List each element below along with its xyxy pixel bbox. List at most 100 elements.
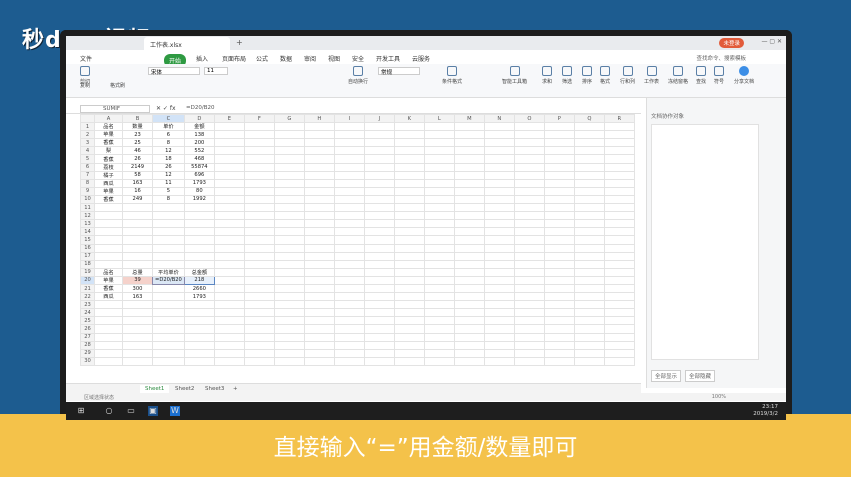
cell[interactable]: 荔枝	[94, 162, 123, 172]
row-header[interactable]: 4	[80, 146, 95, 156]
column-header[interactable]: M	[453, 114, 485, 124]
cell[interactable]	[333, 162, 365, 172]
cell[interactable]	[213, 235, 245, 245]
cell[interactable]	[94, 332, 123, 342]
copy-button[interactable]: 复制	[80, 82, 90, 89]
cell[interactable]	[303, 162, 335, 172]
cell[interactable]	[363, 275, 395, 285]
cell[interactable]	[243, 178, 275, 188]
column-header[interactable]: D	[183, 114, 215, 124]
cell[interactable]: 26	[152, 162, 185, 172]
cell[interactable]	[363, 243, 395, 253]
cell[interactable]	[453, 170, 485, 180]
cell[interactable]	[513, 356, 545, 366]
column-header[interactable]: I	[333, 114, 365, 124]
cell[interactable]	[122, 211, 153, 221]
cell[interactable]	[603, 154, 635, 164]
cell[interactable]: 23	[122, 130, 153, 140]
cell[interactable]	[152, 235, 185, 245]
cell[interactable]	[122, 356, 153, 366]
cell[interactable]	[243, 356, 275, 366]
cell[interactable]	[213, 356, 245, 366]
cell[interactable]	[573, 348, 605, 358]
cell[interactable]	[393, 138, 425, 148]
cell[interactable]	[453, 275, 485, 285]
cell[interactable]	[122, 235, 153, 245]
cell[interactable]	[453, 154, 485, 164]
cell[interactable]	[303, 356, 335, 366]
cell[interactable]	[453, 138, 485, 148]
cell[interactable]	[513, 292, 545, 302]
cell[interactable]	[423, 275, 455, 285]
cell[interactable]	[363, 211, 395, 221]
cell[interactable]: 468	[183, 154, 215, 164]
cell[interactable]	[393, 170, 425, 180]
cell[interactable]	[122, 308, 153, 318]
row-header[interactable]: 28	[80, 340, 95, 350]
cell[interactable]	[303, 219, 335, 229]
cell[interactable]	[303, 154, 335, 164]
cell[interactable]	[333, 130, 365, 140]
menu-page-layout[interactable]: 页面布局	[222, 54, 246, 63]
row-header[interactable]: 8	[80, 178, 95, 188]
cell[interactable]	[453, 292, 485, 302]
cell[interactable]	[603, 138, 635, 148]
cell[interactable]: 300	[122, 283, 153, 294]
cell[interactable]	[603, 211, 635, 221]
cell[interactable]	[513, 259, 545, 269]
cell[interactable]	[213, 162, 245, 172]
cell[interactable]	[483, 308, 515, 318]
cell[interactable]	[603, 170, 635, 180]
cell[interactable]	[423, 122, 455, 132]
cell[interactable]	[303, 300, 335, 310]
sheet-tab-sheet3[interactable]: Sheet3	[200, 385, 229, 393]
cell[interactable]	[543, 203, 575, 213]
cell[interactable]	[213, 275, 245, 285]
rows-cols-button[interactable]: 行和列	[620, 66, 635, 85]
cell[interactable]: 香蕉	[94, 154, 123, 164]
cell[interactable]	[243, 332, 275, 342]
cell[interactable]	[483, 316, 515, 326]
cell[interactable]	[393, 340, 425, 350]
cell[interactable]	[363, 356, 395, 366]
cell[interactable]	[603, 186, 635, 196]
cell[interactable]	[273, 356, 305, 366]
cell[interactable]: 1992	[183, 194, 215, 205]
cell[interactable]	[393, 122, 425, 132]
wrap-text-button[interactable]: 自动换行	[348, 66, 368, 85]
cell[interactable]	[393, 267, 425, 277]
cell[interactable]	[603, 292, 635, 302]
row-header[interactable]: 6	[80, 162, 95, 172]
cell[interactable]	[213, 267, 245, 277]
cell[interactable]	[423, 186, 455, 196]
cell[interactable]	[183, 324, 215, 334]
cell[interactable]	[243, 203, 275, 213]
cell[interactable]	[363, 251, 395, 261]
cell[interactable]	[603, 348, 635, 358]
cell[interactable]	[603, 235, 635, 245]
cell[interactable]	[573, 300, 605, 310]
cell[interactable]	[273, 170, 305, 180]
cell[interactable]	[152, 332, 185, 342]
cell[interactable]	[423, 348, 455, 358]
cell[interactable]	[303, 324, 335, 334]
cell[interactable]	[273, 122, 305, 132]
cell[interactable]	[483, 162, 515, 172]
cell[interactable]	[303, 275, 335, 285]
cell[interactable]	[543, 300, 575, 310]
cell[interactable]	[513, 324, 545, 334]
cell[interactable]: 单价	[152, 122, 185, 132]
column-header[interactable]: H	[303, 114, 335, 124]
cell[interactable]	[393, 211, 425, 221]
cell[interactable]: 12	[152, 146, 185, 156]
cell[interactable]	[513, 332, 545, 342]
cell[interactable]	[453, 300, 485, 310]
cell[interactable]: 香蕉	[94, 194, 123, 205]
cell[interactable]	[543, 332, 575, 342]
cell[interactable]	[453, 211, 485, 221]
cell[interactable]	[152, 324, 185, 334]
cell[interactable]	[303, 348, 335, 358]
cell[interactable]	[603, 122, 635, 132]
cell[interactable]: 26	[122, 154, 153, 164]
cell[interactable]: 2149	[122, 162, 153, 172]
